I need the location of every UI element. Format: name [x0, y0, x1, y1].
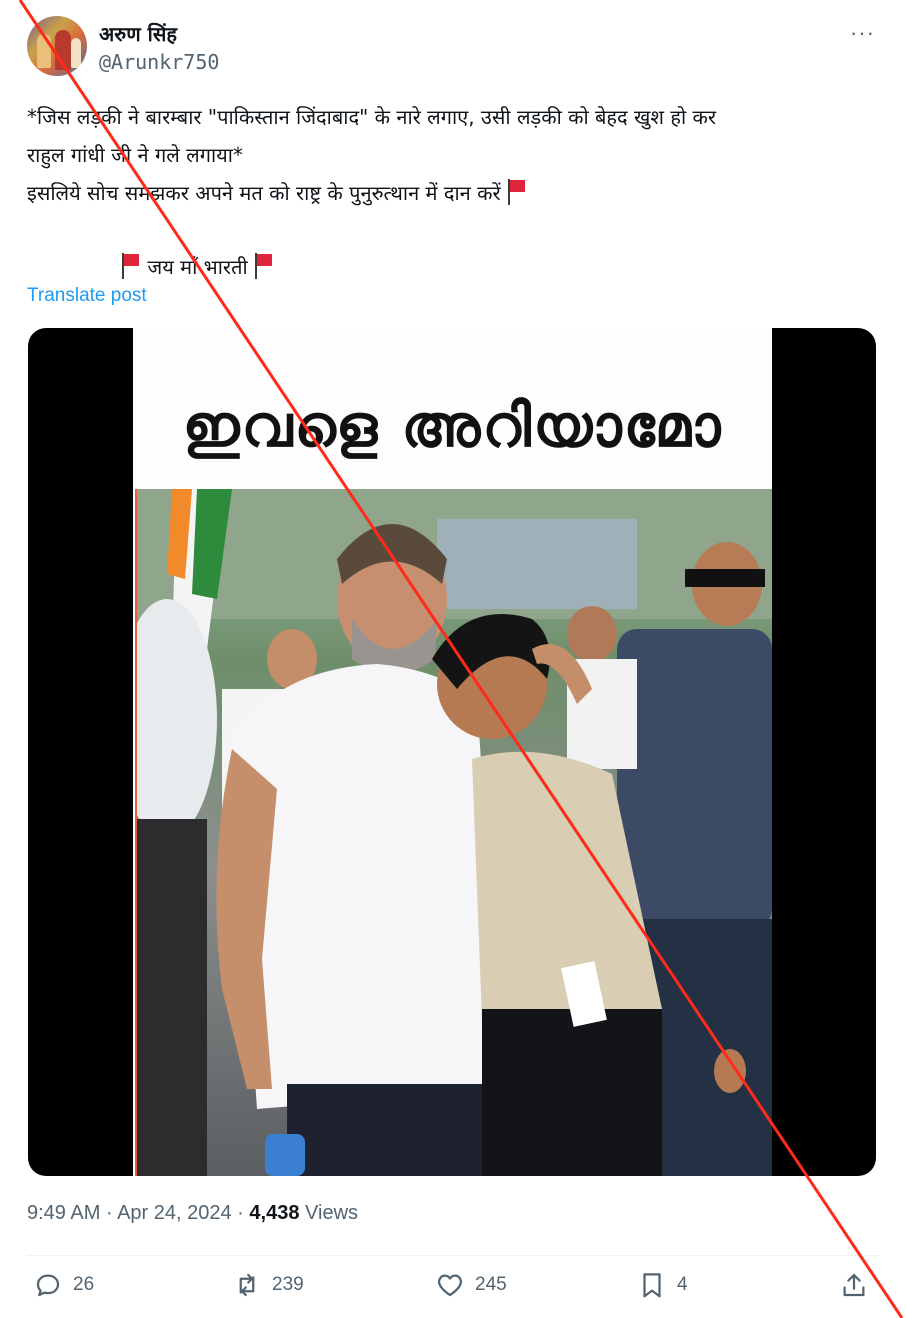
avatar[interactable]	[27, 16, 87, 76]
media-photo	[135, 489, 772, 1176]
bookmark-button[interactable]: 4	[637, 1270, 688, 1300]
red-flag-icon	[252, 253, 274, 279]
author-handle[interactable]: @Arunkr750	[99, 50, 219, 74]
media-caption: ഇവളെ അറിയാമോ	[182, 392, 723, 460]
tweet-line-1: *जिस लड़की ने बारम्बार "पाकिस्तान जिंदाब…	[27, 105, 717, 129]
reply-count: 26	[73, 1274, 95, 1295]
repost-button[interactable]: 239	[232, 1270, 304, 1300]
author-display-name[interactable]: अरुण सिंह	[99, 20, 177, 47]
repost-count: 239	[272, 1274, 304, 1295]
divider	[27, 1255, 879, 1256]
tweet-header: अरुण सिंह @Arunkr750 ···	[27, 16, 879, 80]
tweet-line-2: राहुल गांधी जी ने गले लगाया*	[27, 143, 243, 167]
red-flag-icon	[505, 179, 527, 205]
reply-icon	[36, 1274, 60, 1297]
media-image: ഇവളെ അറിയാമോ	[133, 328, 772, 1176]
like-button[interactable]: 245	[435, 1270, 507, 1300]
views-count: 4,438	[249, 1202, 300, 1224]
bookmark-count: 4	[677, 1274, 688, 1295]
translate-post-link[interactable]: Translate post	[27, 285, 147, 307]
bookmark-icon	[643, 1273, 661, 1298]
repost-icon	[239, 1273, 255, 1297]
tweet-date[interactable]: Apr 24, 2024	[117, 1202, 232, 1224]
share-icon	[843, 1273, 865, 1297]
heart-icon	[437, 1274, 463, 1297]
tweet-line-3: इसलिये सोच समझकर अपने मत को राष्ट्र के प…	[27, 174, 877, 212]
ellipsis-icon: ···	[850, 20, 875, 45]
red-flag-icon	[119, 253, 141, 279]
tweet-line-4: जय माँ भारती	[27, 248, 877, 286]
tweet-text: *जिस लड़की ने बारम्बार "पाकिस्तान जिंदाब…	[27, 98, 877, 286]
share-button[interactable]	[839, 1270, 879, 1300]
tweet-media[interactable]: ഇവളെ അറിയാമോ	[28, 328, 876, 1176]
like-count: 245	[475, 1274, 507, 1295]
more-options-button[interactable]: ···	[850, 20, 875, 46]
tweet-meta: 9:49 AM · Apr 24, 2024 · 4,438 Views	[27, 1202, 359, 1224]
tweet-time[interactable]: 9:49 AM	[27, 1202, 100, 1224]
reply-button[interactable]: 26	[33, 1270, 94, 1300]
views-label: Views	[305, 1202, 359, 1224]
action-bar: 26 239 245 4	[27, 1270, 879, 1314]
